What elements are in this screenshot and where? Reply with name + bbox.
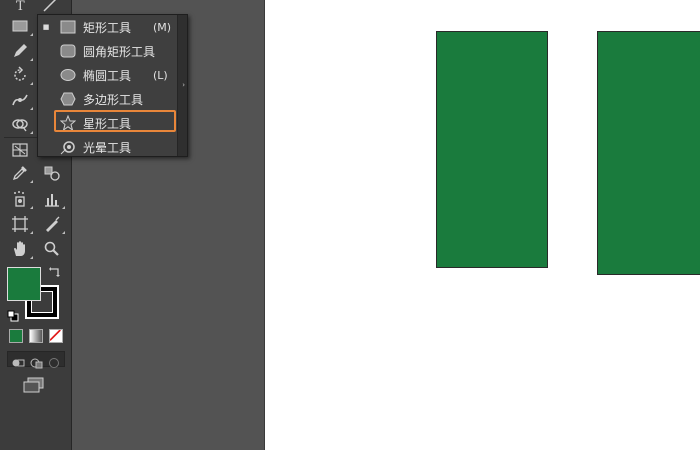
star-tool-highlight: [54, 110, 176, 132]
rectangle-icon: [59, 19, 77, 35]
flyout-item-label: 椭圆工具: [83, 68, 132, 83]
svg-text:T: T: [16, 0, 25, 14]
none-mode-button[interactable]: [49, 329, 63, 343]
symbol-sprayer-tool[interactable]: [6, 188, 34, 210]
gradient-mode-button[interactable]: [29, 329, 43, 343]
polygon-icon: [59, 91, 77, 107]
green-rectangle-2[interactable]: [597, 31, 700, 275]
flare-icon: [59, 139, 77, 155]
shape-tools-flyout: ■ 矩形工具 (M) 圆角矩形工具 椭圆工具 (L) 多边形工具 星形工具 光晕…: [37, 14, 188, 157]
column-graph-tool[interactable]: [38, 188, 66, 210]
draw-normal-icon[interactable]: [11, 354, 25, 367]
tearoff-arrow-icon: ›: [182, 81, 185, 89]
ellipse-icon: [59, 67, 77, 83]
shape-builder-tool[interactable]: [6, 113, 34, 135]
change-screen-mode-icon[interactable]: [22, 376, 46, 394]
rectangle-tool[interactable]: [6, 15, 34, 37]
fill-swatch[interactable]: [7, 267, 41, 301]
rotate-tool[interactable]: [6, 64, 34, 86]
artboard-tool[interactable]: [6, 213, 34, 235]
flyout-item-shortcut: (L): [153, 68, 168, 82]
perspective-grid-tool[interactable]: [6, 139, 34, 161]
flyout-item-rounded-rectangle[interactable]: 圆角矩形工具: [38, 39, 178, 63]
checkmark-icon: ■: [42, 23, 50, 31]
draw-inside-icon[interactable]: [47, 354, 61, 368]
green-rectangle-1[interactable]: [436, 31, 548, 268]
tearoff-bar[interactable]: ›: [177, 15, 187, 156]
width-tool[interactable]: [6, 89, 34, 111]
pencil-tool[interactable]: [6, 40, 34, 62]
zoom-tool[interactable]: [38, 238, 66, 260]
artboard-canvas[interactable]: [264, 0, 700, 450]
flyout-item-ellipse[interactable]: 椭圆工具 (L): [38, 63, 178, 87]
drawing-modes: [7, 351, 65, 369]
eyedropper-tool[interactable]: [6, 162, 34, 184]
flyout-item-label: 多边形工具: [83, 92, 144, 107]
flyout-item-flare[interactable]: 光晕工具: [38, 135, 178, 159]
swap-fill-stroke-icon[interactable]: [48, 264, 62, 278]
flyout-item-label: 矩形工具: [83, 20, 132, 35]
flyout-item-polygon[interactable]: 多边形工具: [38, 87, 178, 111]
flyout-item-label: 圆角矩形工具: [83, 44, 156, 59]
flyout-item-rectangle[interactable]: ■ 矩形工具 (M): [38, 15, 178, 39]
flyout-item-shortcut: (M): [153, 20, 172, 34]
hand-tool[interactable]: [6, 238, 34, 260]
color-mode-button[interactable]: [9, 329, 23, 343]
flyout-item-label: 光晕工具: [83, 140, 132, 155]
slice-tool[interactable]: [38, 213, 66, 235]
draw-behind-icon[interactable]: [29, 354, 43, 369]
default-fill-stroke-icon[interactable]: [7, 307, 19, 322]
type-tool[interactable]: T: [6, 0, 34, 16]
rounded-rectangle-icon: [59, 43, 77, 59]
blend-tool[interactable]: [38, 162, 66, 184]
